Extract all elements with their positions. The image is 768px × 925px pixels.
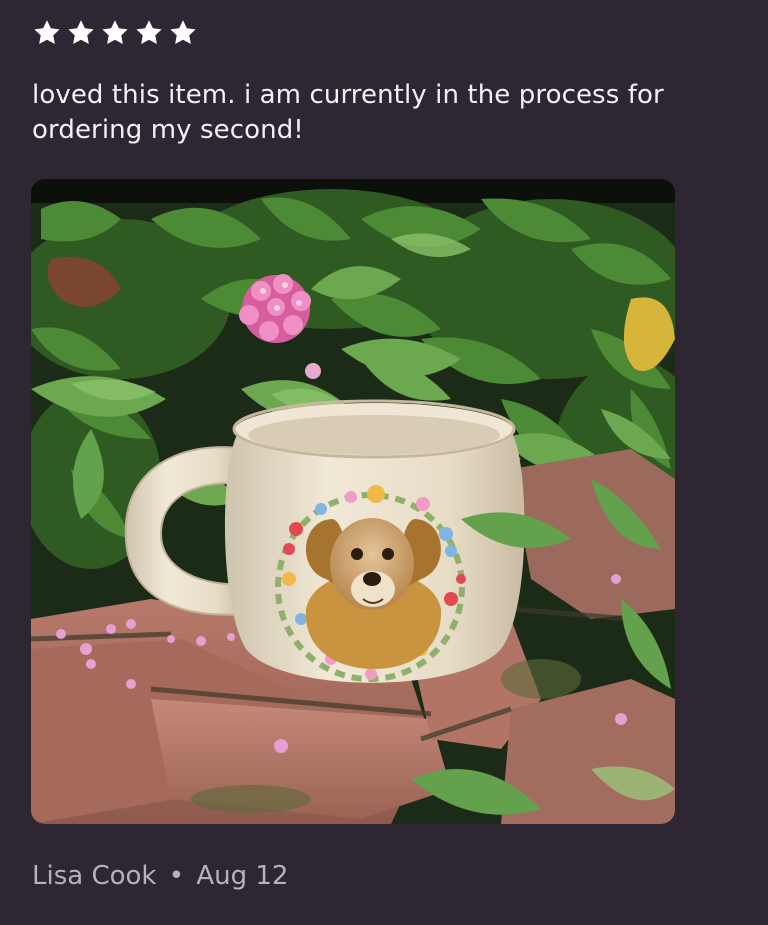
- star-icon: [136, 20, 162, 44]
- star-rating: [32, 18, 198, 48]
- star-icon: [102, 20, 128, 44]
- star-icon: [170, 20, 196, 44]
- review-meta: Lisa Cook • Aug 12: [32, 858, 288, 894]
- star-icon: [34, 20, 60, 44]
- review-card: loved this item. i am currently in the p…: [0, 0, 768, 925]
- review-photo-image: [31, 179, 675, 824]
- review-date: Aug 12: [196, 861, 289, 891]
- author-name[interactable]: Lisa Cook: [32, 861, 156, 891]
- meta-separator: •: [168, 861, 185, 891]
- review-photo[interactable]: [31, 179, 675, 824]
- review-text: loved this item. i am currently in the p…: [32, 80, 664, 145]
- star-icon: [68, 20, 94, 44]
